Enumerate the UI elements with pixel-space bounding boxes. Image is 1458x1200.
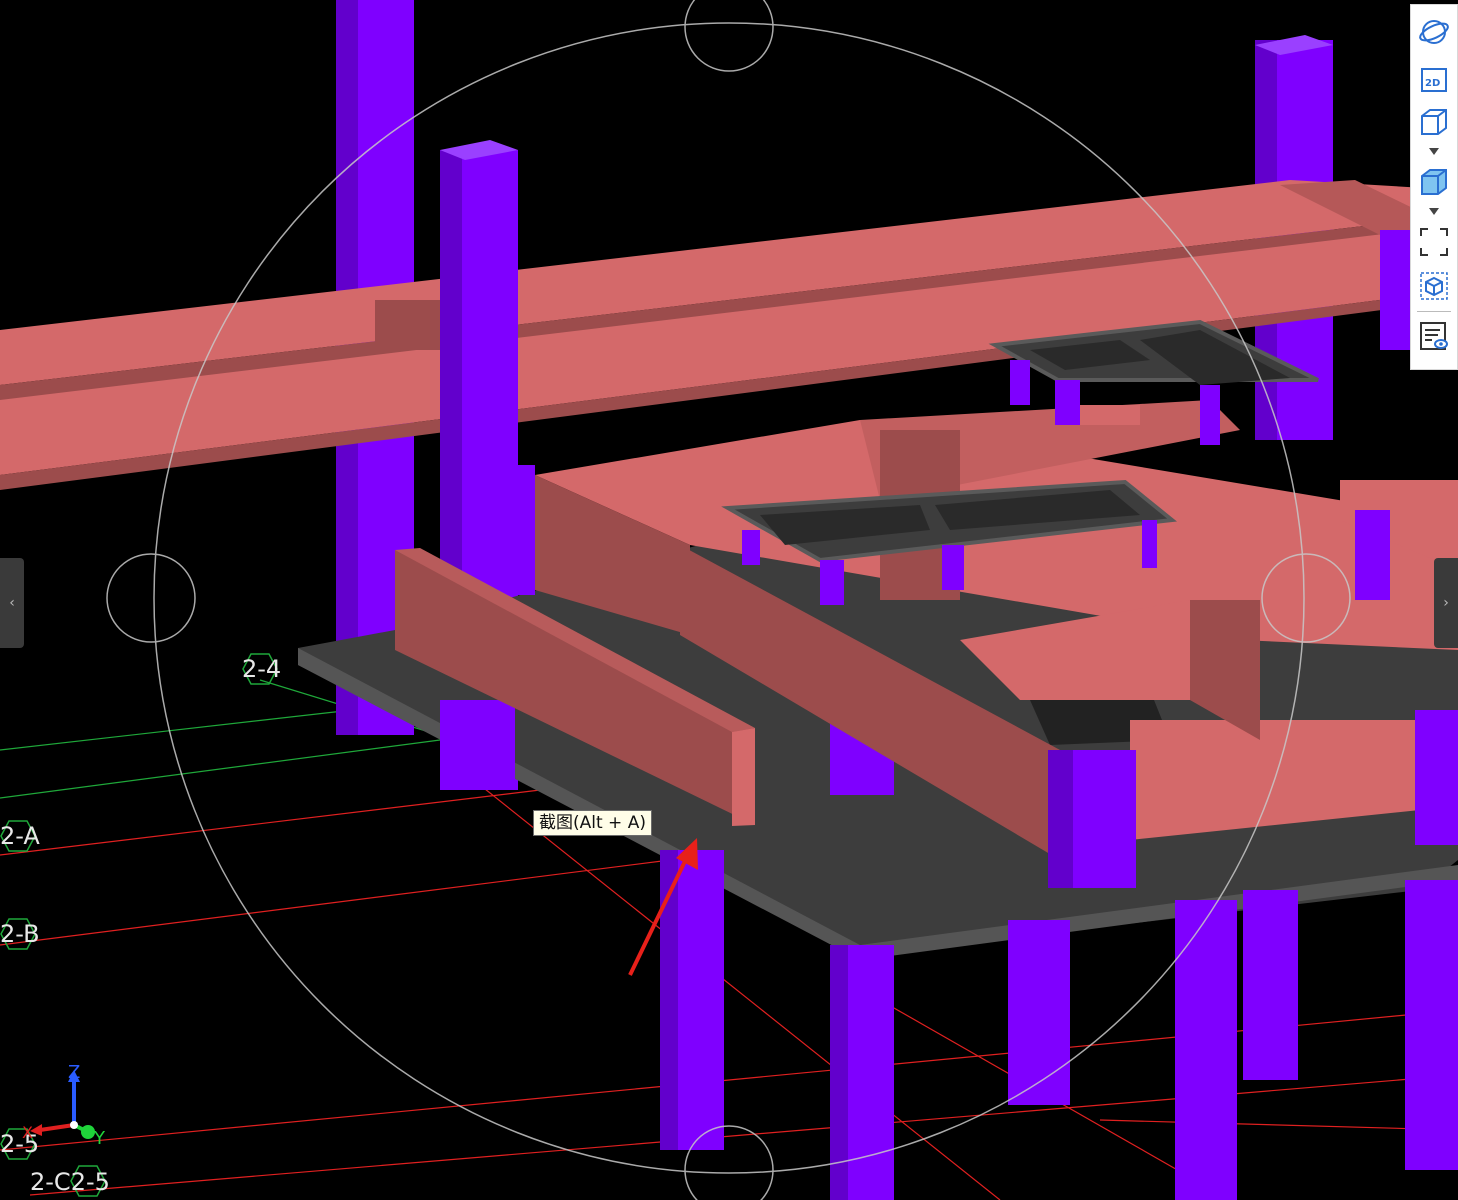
chevron-right-icon: › bbox=[1443, 595, 1449, 611]
caret-down-icon[interactable] bbox=[1429, 208, 1439, 216]
properties-view-button[interactable] bbox=[1417, 319, 1451, 353]
fit-view-button[interactable] bbox=[1417, 225, 1451, 259]
model-scene bbox=[0, 0, 1458, 1200]
view-2d-button[interactable]: 2D bbox=[1417, 63, 1451, 97]
wireframe-view-button[interactable] bbox=[1417, 105, 1451, 139]
orbit-icon bbox=[1419, 20, 1449, 44]
view-2d-icon: 2D bbox=[1421, 68, 1447, 92]
svg-text:Y: Y bbox=[93, 1128, 106, 1149]
fit-view-icon bbox=[1420, 228, 1448, 256]
svg-text:Z: Z bbox=[68, 1062, 80, 1083]
axes-gizmo: Z X Y bbox=[22, 1062, 106, 1149]
right-panel-toggle[interactable]: › bbox=[1434, 558, 1458, 648]
view-toolbar: 2D bbox=[1410, 4, 1458, 370]
properties-view-icon bbox=[1420, 322, 1448, 350]
svg-text:2D: 2D bbox=[1425, 78, 1440, 89]
isolate-cube-icon bbox=[1420, 272, 1448, 300]
solid-cube-icon bbox=[1421, 169, 1447, 195]
left-panel-toggle[interactable]: ‹ bbox=[0, 558, 24, 648]
solid-view-button[interactable] bbox=[1417, 165, 1451, 199]
grid-label-2-4: 2-4 bbox=[242, 655, 282, 683]
3d-viewport[interactable]: 2-4 2-A 2-B 2-5 2-C2-5 Z X Y ‹ › 截图(Alt … bbox=[0, 0, 1458, 1200]
wireframe-cube-icon bbox=[1421, 109, 1447, 135]
orbit-button[interactable] bbox=[1417, 15, 1451, 49]
svg-text:X: X bbox=[22, 1123, 33, 1142]
grid-label-2-c2-5: 2-C2-5 bbox=[30, 1168, 110, 1196]
screenshot-tooltip: 截图(Alt + A) bbox=[533, 810, 652, 836]
grid-label-2-b: 2-B bbox=[0, 920, 40, 948]
isolate-view-button[interactable] bbox=[1417, 269, 1451, 303]
chevron-left-icon: ‹ bbox=[9, 595, 15, 611]
caret-down-icon[interactable] bbox=[1429, 148, 1439, 156]
grid-label-2-a: 2-A bbox=[0, 822, 40, 850]
toolbar-divider bbox=[1417, 311, 1451, 312]
